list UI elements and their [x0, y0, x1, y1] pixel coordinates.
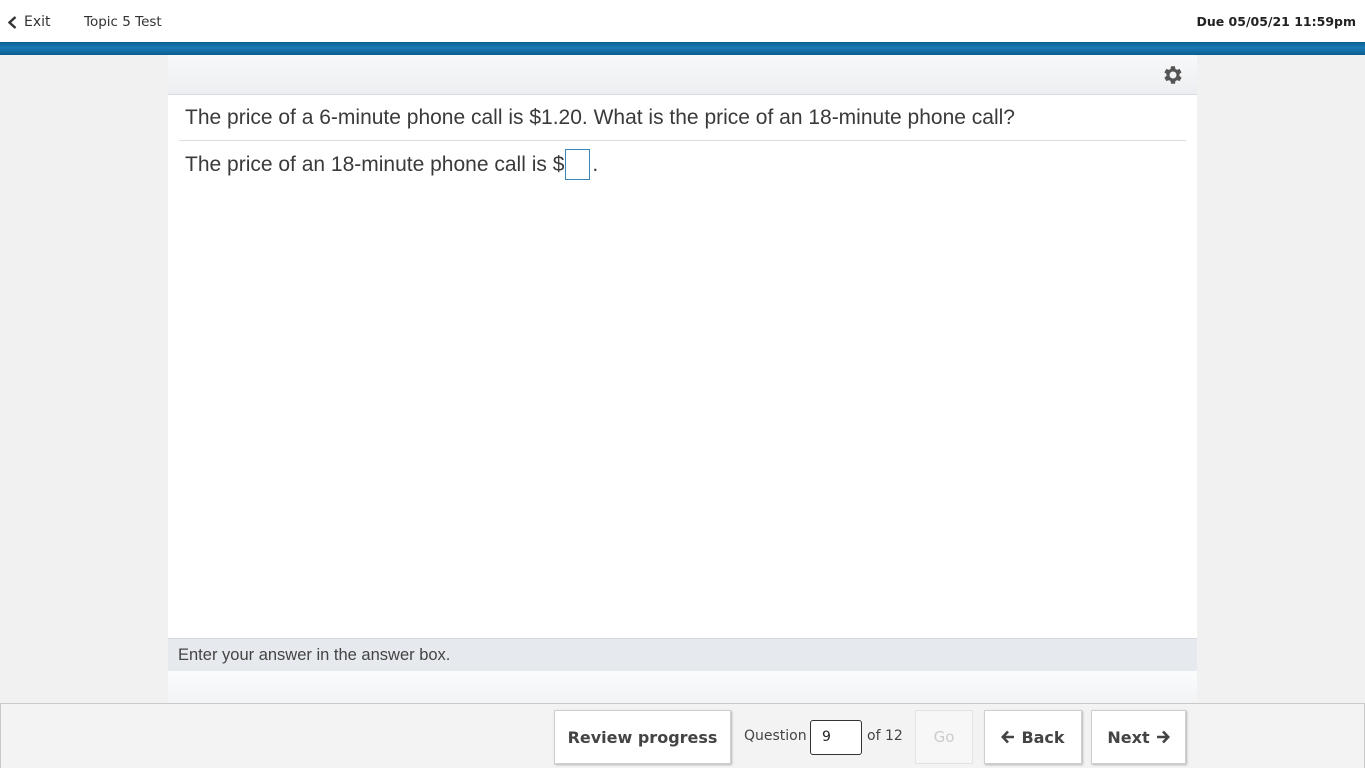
- gear-icon[interactable]: [1160, 63, 1184, 87]
- due-date: Due 05/05/21 11:59pm: [1196, 14, 1356, 29]
- exit-button[interactable]: Exit: [7, 11, 51, 33]
- next-button[interactable]: Next: [1091, 710, 1186, 764]
- panel-toolbar: [168, 55, 1197, 95]
- back-label: Back: [1021, 727, 1065, 747]
- header-band: [0, 42, 1365, 55]
- answer-statement: The price of an 18-minute phone call is …: [185, 149, 598, 180]
- footer-nav: Review progress Question 9 of 12 Go Back…: [0, 703, 1365, 768]
- instruction-bar: Enter your answer in the answer box.: [168, 638, 1197, 671]
- divider: [179, 140, 1186, 141]
- arrow-left-icon: [1001, 730, 1015, 744]
- panel-bottom: [168, 671, 1197, 703]
- next-label: Next: [1107, 727, 1150, 747]
- go-button[interactable]: Go: [915, 710, 973, 764]
- chevron-left-icon: [7, 15, 17, 29]
- answer-prefix: The price of an 18-minute phone call is …: [185, 152, 565, 176]
- question-panel: The price of a 6-minute phone call is $1…: [168, 55, 1197, 703]
- exit-label: Exit: [24, 14, 51, 30]
- instruction-text: Enter your answer in the answer box.: [178, 646, 451, 664]
- question-total: of 12: [867, 728, 903, 744]
- question-label: Question: [744, 728, 807, 744]
- answer-suffix: .: [592, 152, 599, 176]
- question-prompt: The price of a 6-minute phone call is $1…: [185, 106, 1015, 129]
- top-bar: Exit Topic 5 Test Due 05/05/21 11:59pm: [0, 0, 1365, 42]
- arrow-right-icon: [1156, 730, 1170, 744]
- question-number-input[interactable]: 9: [810, 720, 862, 755]
- answer-input[interactable]: [565, 149, 591, 180]
- back-button[interactable]: Back: [984, 710, 1082, 764]
- test-title: Topic 5 Test: [84, 14, 162, 30]
- review-progress-button[interactable]: Review progress: [554, 710, 731, 764]
